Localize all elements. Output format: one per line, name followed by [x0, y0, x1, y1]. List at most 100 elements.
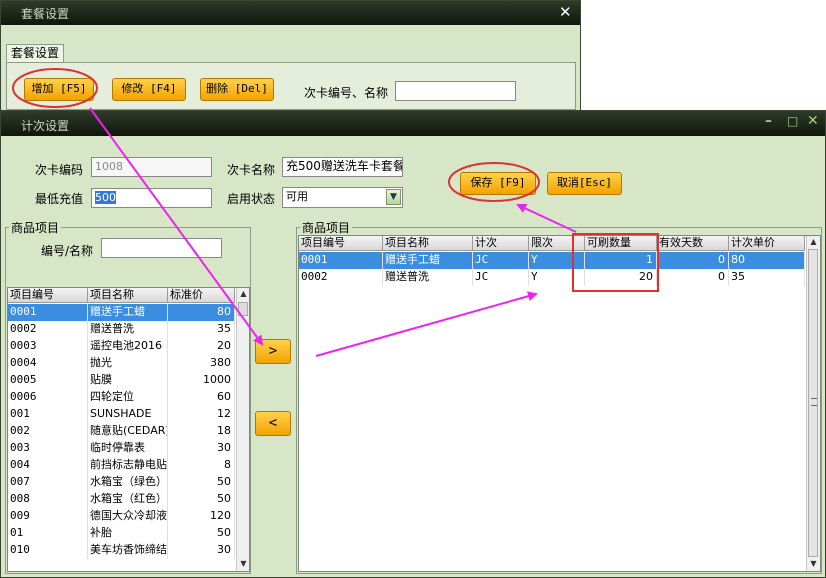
table-cell: 遥控电池2016 [88, 338, 168, 355]
table-cell: 50 [168, 491, 235, 508]
table-cell: 0002 [299, 269, 383, 286]
table-cell: 01 [8, 525, 88, 542]
grip-icon [811, 398, 817, 406]
column-header[interactable]: 限次 [529, 236, 585, 251]
table-cell: 1000 [168, 372, 235, 389]
table-cell: 004 [8, 457, 88, 474]
table-cell: 380 [168, 355, 235, 372]
table-cell: Y [529, 252, 585, 269]
table-cell: 60 [168, 389, 235, 406]
column-header[interactable]: 项目编号 [299, 236, 383, 251]
scroll-up-icon[interactable]: ▲ [807, 237, 820, 247]
table-row[interactable]: 0002 赠送普洗 JC Y 20 0 35 [299, 269, 805, 286]
status-label: 启用状态 [227, 192, 276, 206]
table-cell: 30 [168, 542, 235, 559]
min-recharge-value: 500 [95, 191, 116, 204]
table-row[interactable]: 0001 赠送手工蜡 80 [8, 304, 235, 321]
minimize-icon[interactable]: – [765, 113, 772, 129]
table-cell: 临时停靠表 [88, 440, 168, 457]
table-row[interactable]: 0006 四轮定位 60 [8, 389, 235, 406]
scroll-down-icon[interactable]: ▼ [807, 559, 820, 569]
tab-package-settings[interactable]: 套餐设置 [6, 44, 64, 62]
table-cell: SUNSHADE [88, 406, 168, 423]
left-product-table: 项目编号 项目名称 标准价 0001 赠送手工蜡 80 0002 赠送普洗 35 0003 遥控电… [7, 287, 250, 572]
package-settings-window: 套餐设置 ✕ 套餐设置 增加 [F5] 修改 [F4] 删除 [Del] 次卡编… [0, 0, 581, 112]
table-cell: 0006 [8, 389, 88, 406]
table-row[interactable]: 003 临时停靠表 30 [8, 440, 235, 457]
card-name-field[interactable]: 充500赠送洗车卡套餐 [282, 157, 403, 177]
table-row[interactable]: 0004 抛光 380 [8, 355, 235, 372]
card-code-field[interactable]: 1008 [91, 157, 212, 177]
table-cell: 001 [8, 406, 88, 423]
table-cell: 赠送普洗 [88, 321, 168, 338]
column-header[interactable]: 标准价 [168, 288, 235, 303]
table-row[interactable]: 002 随意贴(CEDAR) 18 [8, 423, 235, 440]
table-row[interactable]: 01 补胎 50 [8, 525, 235, 542]
scroll-down-icon[interactable]: ▼ [237, 559, 249, 569]
package-window-titlebar: 套餐设置 ✕ [1, 1, 580, 25]
cancel-button[interactable]: 取消[Esc] [547, 172, 622, 195]
table-cell: 前挡标志静电贴 [88, 457, 168, 474]
column-header[interactable]: 项目编号 [8, 288, 88, 303]
save-button[interactable]: 保存 [F9] [460, 172, 536, 195]
table-cell: 0004 [8, 355, 88, 372]
table-cell: 补胎 [88, 525, 168, 542]
filter-input[interactable] [101, 238, 222, 258]
card-name-label: 次卡名称 [227, 163, 276, 177]
table-cell: 35 [168, 321, 235, 338]
table-cell: 0003 [8, 338, 88, 355]
table-row[interactable]: 008 水箱宝（红色） 50 [8, 491, 235, 508]
table-cell: 1 [585, 252, 657, 269]
close-icon[interactable]: ✕ [559, 3, 572, 21]
chevron-down-icon[interactable]: ▼ [386, 189, 401, 205]
column-header[interactable]: 项目名称 [88, 288, 168, 303]
table-cell: 12 [168, 406, 235, 423]
table-cell: 赠送手工蜡 [88, 304, 168, 321]
table-row[interactable]: 004 前挡标志静电贴 8 [8, 457, 235, 474]
package-window-title: 套餐设置 [21, 7, 70, 21]
column-header[interactable]: 计次单价 [729, 236, 805, 251]
status-value: 可用 [286, 190, 308, 203]
scroll-up-icon[interactable]: ▲ [237, 289, 249, 299]
table-row[interactable]: 001 SUNSHADE 12 [8, 406, 235, 423]
add-button[interactable]: 增加 [F5] [24, 78, 94, 101]
table-row[interactable]: 007 水箱宝（绿色） 50 [8, 474, 235, 491]
table-cell: 8 [168, 457, 235, 474]
column-header[interactable]: 计次 [473, 236, 529, 251]
column-header[interactable]: 项目名称 [383, 236, 473, 251]
move-left-button[interactable]: < [255, 411, 291, 436]
table-cell: 009 [8, 508, 88, 525]
min-recharge-field[interactable]: 500 [91, 188, 212, 208]
table-row[interactable]: 0003 遥控电池2016 20 [8, 338, 235, 355]
table-cell: 0 [657, 269, 729, 286]
column-header[interactable]: 可刷数量 [585, 236, 657, 251]
scroll-thumb[interactable] [238, 302, 248, 316]
scroll-thumb[interactable] [808, 249, 818, 557]
filter-label: 编号/名称 [41, 244, 94, 258]
table-row[interactable]: 0002 赠送普洗 35 [8, 321, 235, 338]
column-header[interactable]: 有效天数 [657, 236, 729, 251]
table-cell: 80 [729, 252, 805, 269]
search-input[interactable] [395, 81, 516, 101]
right-product-table: 项目编号 项目名称 计次 限次 可刷数量 有效天数 计次单价 0001 赠送手工蜡 JC Y 1 0 8… [298, 235, 821, 572]
left-table-scrollbar[interactable]: ▲ ▼ [236, 288, 249, 571]
left-product-group: 商品项目 编号/名称 项目编号 项目名称 标准价 0001 赠送手工蜡 80 0002 赠送… [5, 219, 251, 574]
table-cell: 002 [8, 423, 88, 440]
table-row[interactable]: 0005 贴膜 1000 [8, 372, 235, 389]
maximize-icon[interactable]: □ [787, 114, 798, 128]
table-cell: 四轮定位 [88, 389, 168, 406]
status-select[interactable]: 可用 ▼ [282, 187, 403, 208]
table-cell: 20 [168, 338, 235, 355]
close-icon[interactable]: ✕ [807, 113, 819, 129]
table-cell: 0002 [8, 321, 88, 338]
table-cell: 008 [8, 491, 88, 508]
table-row[interactable]: 0001 赠送手工蜡 JC Y 1 0 80 [299, 252, 805, 269]
edit-button[interactable]: 修改 [F4] [112, 78, 186, 101]
table-row[interactable]: 009 德国大众冷却液 120 [8, 508, 235, 525]
table-row[interactable]: 010 美车坊香饰缔结 30 [8, 542, 235, 559]
move-right-button[interactable]: > [255, 339, 291, 364]
count-settings-window: 计次设置 – □ ✕ 次卡编码 1008 次卡名称 充500赠送洗车卡套餐 最低… [0, 110, 826, 578]
delete-button[interactable]: 删除 [Del] [200, 78, 274, 101]
count-window-titlebar: 计次设置 – □ ✕ [1, 111, 825, 136]
right-table-scrollbar[interactable]: ▲ ▼ [806, 236, 820, 571]
